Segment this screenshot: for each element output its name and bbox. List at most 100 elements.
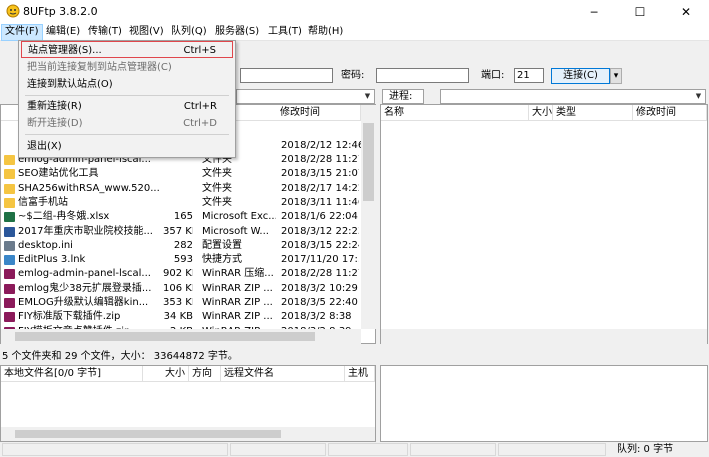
remote-file-list[interactable]: 名称 大小 类型 修改时间 [380, 104, 708, 344]
title-bar: 8UFtp 3.8.2.0 ─ ☐ ✕ [0, 0, 709, 24]
menu-server[interactable]: 服务器(S) [212, 24, 262, 41]
remote-horizontal-scrollbar[interactable] [381, 329, 707, 344]
folder-icon [4, 169, 15, 180]
file-type: WinRAR ZIP ... [202, 297, 273, 308]
table-row[interactable]: EMLOG升级默认编辑器kin... 353 KB WinRAR ZIP ... 20… [1, 296, 359, 310]
menu-item-label: 重新连接(R) [27, 101, 82, 112]
menu-edit[interactable]: 编辑(E) [43, 24, 83, 41]
menu-item[interactable]: 退出(X) [21, 138, 233, 155]
menu-item-label: 连接到默认站点(O) [27, 79, 113, 90]
table-row[interactable]: ~$二组-冉冬娥.xlsx 165 Microsoft Exc... 2018/1/6… [1, 210, 359, 224]
menu-item-shortcut: Ctrl+R [183, 101, 217, 112]
password-label: 密码: [341, 70, 365, 81]
column-name[interactable]: 名称 [381, 105, 529, 121]
maximize-icon: ☐ [634, 5, 646, 19]
table-row[interactable]: desktop.ini 282 配置设置 2018/3/15 22:24 [1, 239, 359, 253]
file-modified: 2018/3/11 11:46 [281, 196, 359, 208]
column-modified[interactable]: 修改时间 [277, 105, 361, 121]
table-row[interactable]: SEO建站优化工具 文件夹 2018/3/15 21:07 [1, 167, 359, 181]
file-name: 信富手机站 [18, 196, 68, 208]
file-type: 文件夹 [202, 182, 232, 194]
menu-help[interactable]: 帮助(H) [305, 24, 346, 41]
table-row[interactable]: emlog-admin-panel-lscal... 902 KB WinRAR 压… [1, 267, 359, 281]
file-size: 34 KB [163, 311, 193, 323]
file-type: WinRAR ZIP ... [202, 311, 273, 323]
queue-status-text: 队列: 0 字节 [617, 444, 674, 455]
port-label: 端口: [481, 70, 505, 81]
file-type: WinRAR ZIP ... [202, 282, 273, 294]
file-type: 文件夹 [202, 196, 232, 208]
file-name: emlog-admin-panel-lscal... [18, 268, 151, 280]
file-type: WinRAR 压缩... [202, 268, 274, 280]
column-modified[interactable]: 修改时间 [633, 105, 707, 121]
remote-path-combo[interactable]: ▼ [440, 89, 706, 104]
port-field[interactable]: 21 [514, 68, 544, 83]
minimize-button[interactable]: ─ [571, 0, 617, 24]
menu-item-label: 站点管理器(S)... [28, 45, 102, 56]
chevron-down-icon: ▾ [613, 71, 619, 81]
local-vertical-scrollbar[interactable] [361, 105, 376, 329]
connect-dropdown-button[interactable]: ▾ [610, 68, 622, 84]
menu-item[interactable]: 重新连接(R) Ctrl+R [21, 98, 233, 115]
menu-item[interactable]: 连接到默认站点(O) [21, 76, 233, 93]
file-menu-dropdown: 站点管理器(S)... Ctrl+S 把当前连接复制到站点管理器(C) 连接到默认站点… [18, 40, 236, 158]
remote-progress-bar: 进程: ▼ [380, 89, 708, 104]
file-size: 282 [173, 239, 193, 251]
menu-item[interactable]: 站点管理器(S)... Ctrl+S [21, 41, 233, 58]
column-host[interactable]: 主机 [345, 366, 375, 382]
remote-list-header: 名称 大小 类型 修改时间 [381, 105, 707, 121]
table-row[interactable]: emlog鬼少38元扩展登录插... 106 KB WinRAR ZIP ... 20… [1, 282, 359, 296]
column-size[interactable]: 大小 [143, 366, 189, 382]
menu-bar: 文件(F) 编辑(E) 传输(T) 视图(V) 队列(Q) 服务器(S) 工具(… [0, 24, 709, 41]
excel-icon [4, 212, 15, 223]
table-row[interactable]: FIY标准版下载插件.zip 34 KB WinRAR ZIP ... 2018/3/… [1, 310, 359, 324]
table-row[interactable]: EditPlus 3.lnk 593 快捷方式 2017/11/20 17:... [1, 253, 359, 267]
file-name: ~$二组-冉冬娥.xlsx [18, 211, 110, 223]
file-modified: 2018/3/15 22:24 [281, 239, 359, 251]
local-path-combo[interactable]: ▼ [236, 89, 375, 104]
file-size: 593 [173, 254, 193, 266]
menu-queue[interactable]: 队列(Q) [168, 24, 210, 41]
column-size[interactable]: 大小 [529, 105, 553, 121]
password-field[interactable] [376, 68, 469, 83]
log-pane [380, 365, 708, 442]
minimize-icon: ─ [590, 5, 598, 19]
local-horizontal-scrollbar[interactable] [1, 329, 361, 344]
file-modified: 2018/2/28 11:27 [281, 268, 359, 280]
column-local-filename[interactable]: 本地文件名[0/0 字节] [1, 366, 143, 382]
table-row[interactable]: SHA256withRSA_www.520... 文件夹 2018/2/17 14:… [1, 182, 359, 196]
column-type[interactable]: 类型 [553, 105, 633, 121]
queue-horizontal-scrollbar[interactable] [1, 427, 375, 441]
column-direction[interactable]: 方向 [189, 366, 221, 382]
file-name: desktop.ini [18, 239, 73, 251]
menu-tools[interactable]: 工具(T) [265, 24, 305, 41]
table-row[interactable]: 信富手机站 文件夹 2018/3/11 11:46 [1, 196, 359, 210]
menu-item[interactable]: 断开连接(D) Ctrl+D [21, 115, 233, 132]
queue-list[interactable]: 本地文件名[0/0 字节] 大小 方向 远程文件名 主机 [0, 365, 376, 442]
file-type: Microsoft W... [202, 225, 269, 237]
menu-item[interactable]: 把当前连接复制到站点管理器(C) [21, 59, 233, 76]
menu-file[interactable]: 文件(F) [1, 24, 43, 41]
file-size: 353 KB [163, 297, 193, 308]
maximize-button[interactable]: ☐ [617, 0, 663, 24]
local-status-text: 5 个文件夹和 29 个文件，大小： 33644872 字节。 [2, 351, 238, 362]
menu-item-label: 断开连接(D) [27, 118, 83, 129]
file-modified: 2018/3/12 22:23 [281, 225, 359, 237]
menu-transfer[interactable]: 传输(T) [85, 24, 125, 41]
table-row[interactable]: 2017年重庆市职业院校技能... 357 KB Microsoft W... 201… [1, 225, 359, 239]
close-button[interactable]: ✕ [663, 0, 709, 24]
file-modified: 2018/2/12 12:46 [281, 140, 361, 151]
file-modified: 2018/2/28 11:27 [281, 154, 359, 165]
user-field[interactable] [240, 68, 333, 83]
menu-separator [25, 95, 229, 96]
rar-icon [4, 283, 15, 294]
file-type: 配置设置 [202, 239, 242, 251]
column-remote-filename[interactable]: 远程文件名 [221, 366, 345, 382]
app-logo-icon [6, 4, 20, 18]
connect-button[interactable]: 连接(C) [551, 68, 610, 84]
menu-view[interactable]: 视图(V) [126, 24, 167, 41]
file-modified: 2018/2/17 14:22 [281, 182, 359, 194]
file-modified: 2018/3/2 10:29 [281, 282, 358, 294]
menu-item-shortcut: Ctrl+S [183, 45, 216, 56]
status-bar: 队列: 0 字节 [0, 442, 709, 457]
